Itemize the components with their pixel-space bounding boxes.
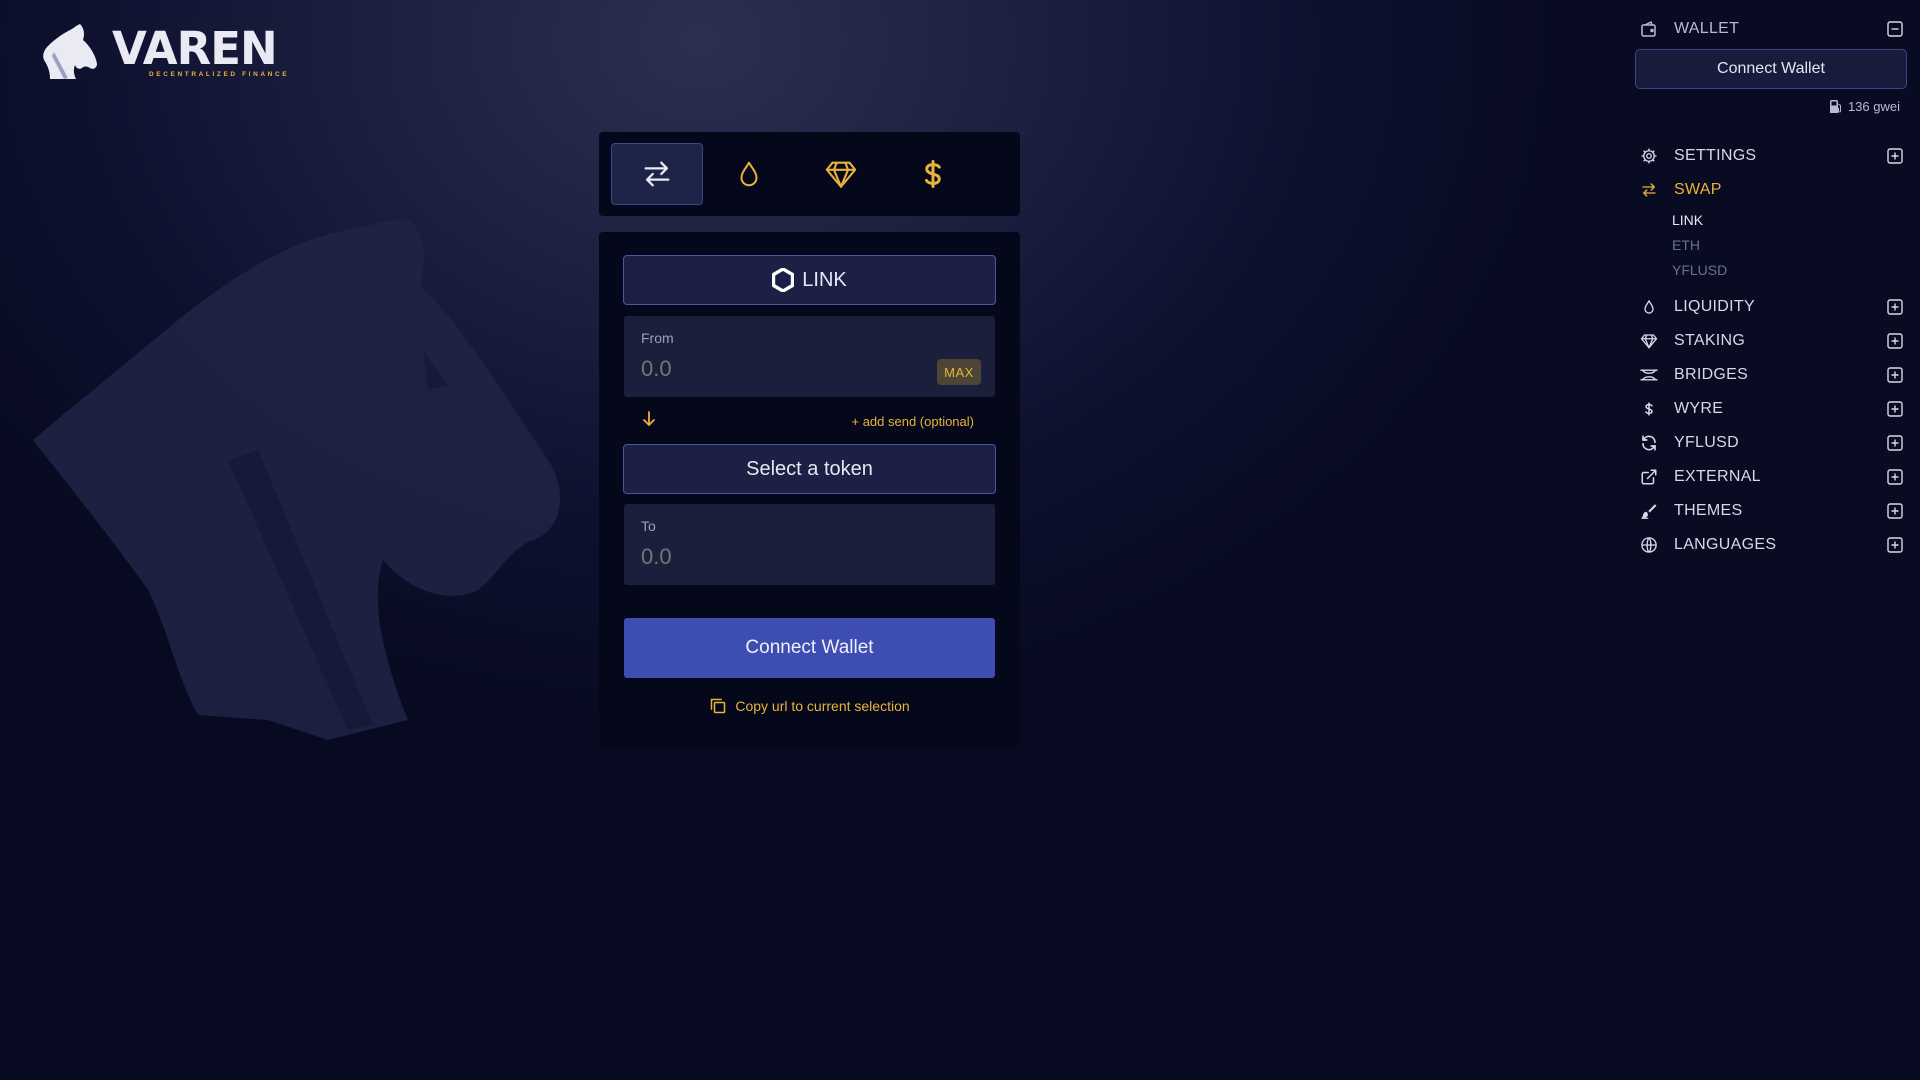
- copy-url-label: Copy url to current selection: [735, 698, 910, 714]
- brush-icon: [1638, 500, 1660, 522]
- gas-value: 136 gwei: [1847, 99, 1900, 114]
- sidebar-item-themes[interactable]: THEMES: [1638, 497, 1904, 525]
- bridge-icon: [1638, 364, 1660, 386]
- connect-wallet-button[interactable]: Connect Wallet: [624, 618, 995, 678]
- horse-watermark: [33, 219, 560, 741]
- sidebar-item-label: EXTERNAL: [1674, 468, 1761, 485]
- expand-icon[interactable]: [1886, 366, 1904, 384]
- add-send-link[interactable]: + add send (optional): [851, 414, 974, 429]
- sidebar: WALLET Connect Wallet 136 gwei SETTINGS …: [1618, 0, 1920, 1080]
- sidebar-item-label: STAKING: [1674, 332, 1746, 349]
- sidebar-item-label: SETTINGS: [1674, 147, 1757, 164]
- to-amount-input[interactable]: [641, 544, 921, 570]
- copy-icon: [711, 698, 726, 714]
- expand-icon[interactable]: [1886, 502, 1904, 520]
- sidebar-item-settings[interactable]: SETTINGS: [1638, 142, 1904, 170]
- dollar-icon: [1638, 398, 1660, 420]
- tab-wyre[interactable]: [887, 143, 979, 205]
- sidebar-item-swap[interactable]: SWAP: [1638, 176, 1904, 204]
- gas-pump-icon: [1829, 99, 1841, 113]
- gas-price: 136 gwei: [1829, 99, 1900, 114]
- brand-tagline: DECENTRALIZED FINANCE: [149, 70, 290, 78]
- droplet-icon: [1638, 296, 1660, 318]
- select-token-button[interactable]: Select a token: [623, 444, 996, 494]
- brand-logo[interactable]: VAREN DECENTRALIZED FINANCE: [40, 22, 289, 80]
- sidebar-item-yflusd[interactable]: YFLUSD: [1638, 429, 1904, 457]
- sidebar-item-label: LANGUAGES: [1674, 536, 1777, 553]
- wallet-icon: [1638, 18, 1660, 40]
- from-label: From: [641, 330, 674, 346]
- external-link-icon: [1638, 466, 1660, 488]
- sidebar-item-staking[interactable]: STAKING: [1638, 327, 1904, 355]
- expand-icon[interactable]: [1886, 536, 1904, 554]
- globe-icon: [1638, 534, 1660, 556]
- expand-icon[interactable]: [1886, 468, 1904, 486]
- expand-icon[interactable]: [1886, 434, 1904, 452]
- tab-swap[interactable]: [611, 143, 703, 205]
- diamond-icon: [1638, 330, 1660, 352]
- from-token-button[interactable]: LINK: [623, 255, 996, 305]
- sidebar-item-languages[interactable]: LANGUAGES: [1638, 531, 1904, 559]
- expand-icon[interactable]: [1886, 147, 1904, 165]
- sidebar-subitem-link[interactable]: LINK: [1672, 212, 1703, 228]
- horse-logo-icon: [43, 24, 97, 79]
- sidebar-item-bridges[interactable]: BRIDGES: [1638, 361, 1904, 389]
- collapse-icon[interactable]: [1886, 20, 1904, 38]
- sidebar-item-label: LIQUIDITY: [1674, 298, 1755, 315]
- expand-icon[interactable]: [1886, 298, 1904, 316]
- from-token-label: LINK: [802, 268, 847, 291]
- tab-staking[interactable]: [795, 143, 887, 205]
- droplet-icon: [740, 161, 758, 187]
- dollar-icon: [925, 160, 941, 188]
- sidebar-subitem-eth[interactable]: ETH: [1672, 237, 1700, 253]
- swap-card: LINK From MAX + add send (optional) Sele…: [599, 232, 1020, 748]
- from-amount-input[interactable]: [641, 356, 921, 382]
- mode-tabbar: [599, 132, 1020, 216]
- tab-liquidity[interactable]: [703, 143, 795, 205]
- refresh-icon: [1638, 432, 1660, 454]
- from-field: From MAX: [624, 316, 995, 397]
- sidebar-item-label: SWAP: [1674, 181, 1722, 198]
- expand-icon[interactable]: [1886, 332, 1904, 350]
- swap-arrows-icon: [644, 161, 670, 187]
- brand-name: VAREN: [112, 21, 278, 75]
- sidebar-item-external[interactable]: EXTERNAL: [1638, 463, 1904, 491]
- swap-arrows-icon: [1638, 179, 1660, 201]
- to-label: To: [641, 518, 656, 534]
- sidebar-item-wyre[interactable]: WYRE: [1638, 395, 1904, 423]
- arrow-down-icon[interactable]: [641, 410, 657, 428]
- expand-icon[interactable]: [1886, 400, 1904, 418]
- diamond-icon: [825, 161, 857, 188]
- sidebar-connect-wallet-button[interactable]: Connect Wallet: [1635, 49, 1907, 89]
- wallet-label: WALLET: [1674, 20, 1740, 37]
- sidebar-item-label: WYRE: [1674, 400, 1724, 417]
- sidebar-item-liquidity[interactable]: LIQUIDITY: [1638, 293, 1904, 321]
- sidebar-item-label: YFLUSD: [1674, 434, 1739, 451]
- sidebar-wallet-header[interactable]: WALLET: [1638, 15, 1904, 43]
- chainlink-icon: [772, 268, 795, 292]
- copy-url-link[interactable]: Copy url to current selection: [599, 697, 1020, 715]
- sidebar-subitem-yflusd[interactable]: YFLUSD: [1672, 262, 1727, 278]
- sidebar-item-label: BRIDGES: [1674, 366, 1749, 383]
- sidebar-item-label: THEMES: [1674, 502, 1743, 519]
- gear-icon: [1638, 145, 1660, 167]
- max-button[interactable]: MAX: [937, 359, 981, 385]
- to-field: To: [624, 504, 995, 585]
